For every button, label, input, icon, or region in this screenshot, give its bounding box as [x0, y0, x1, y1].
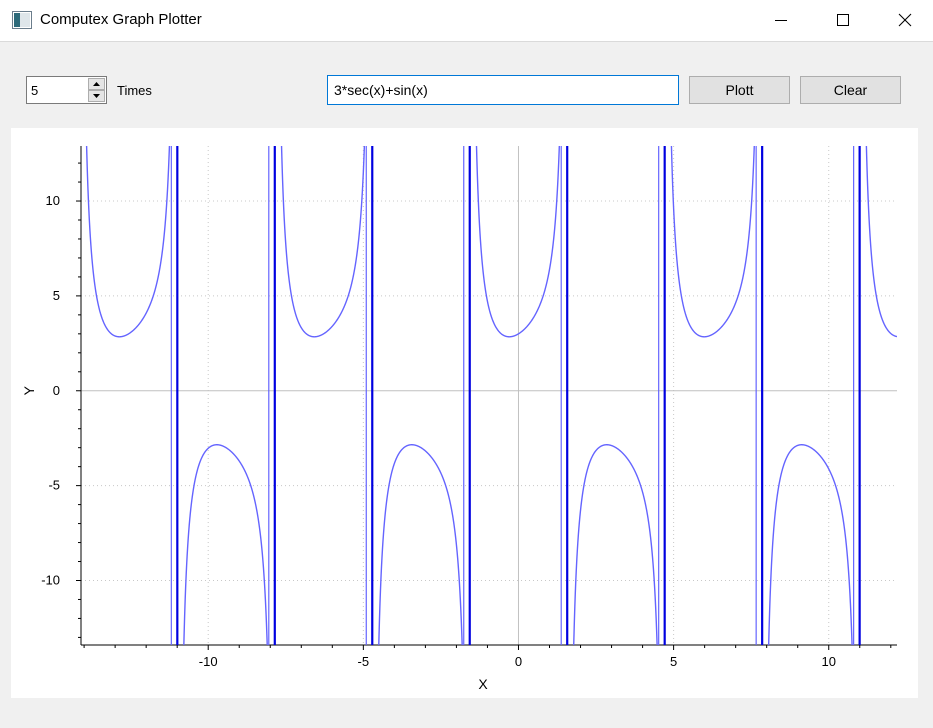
- curve-segment: [670, 146, 755, 338]
- maximize-icon: [837, 14, 849, 26]
- x-tick-label: -10: [199, 654, 218, 669]
- y-tick-label: 0: [53, 383, 60, 398]
- times-label: Times: [117, 83, 152, 98]
- spin-up-button[interactable]: [88, 78, 105, 90]
- spin-down-button[interactable]: [88, 90, 105, 102]
- x-tick-label: 5: [670, 654, 677, 669]
- y-axis-title: Y: [21, 385, 37, 395]
- maximize-button[interactable]: [820, 0, 866, 41]
- x-tick-label: -5: [358, 654, 370, 669]
- plot-button[interactable]: Plott: [689, 76, 790, 104]
- curve-group: [85, 146, 897, 645]
- curve-segment: [280, 146, 366, 338]
- app-icon: [12, 11, 32, 29]
- y-tick-label: 5: [53, 288, 60, 303]
- curve-segment: [183, 444, 268, 645]
- minimize-icon: [775, 20, 787, 21]
- minimize-button[interactable]: [758, 0, 804, 41]
- y-tick-label: -10: [41, 572, 60, 587]
- arrow-up-icon: [93, 82, 100, 86]
- times-spinbox[interactable]: 5: [26, 76, 107, 104]
- curve-segment: [378, 444, 463, 645]
- x-tick-label: 0: [515, 654, 522, 669]
- plot-area: -10 -5 0 5 10 -10 -5 0 5 10 X Y: [11, 128, 918, 698]
- curve-segment: [573, 444, 658, 645]
- close-button[interactable]: [882, 0, 928, 41]
- times-value: 5: [31, 83, 39, 98]
- window-title: Computex Graph Plotter: [40, 11, 202, 28]
- clear-button[interactable]: Clear: [800, 76, 901, 104]
- function-input[interactable]: [327, 75, 679, 105]
- arrow-down-icon: [93, 94, 100, 98]
- curve-segment: [85, 146, 171, 338]
- curve-segment: [865, 146, 897, 338]
- x-tick-label: 10: [822, 654, 836, 669]
- close-icon: [898, 13, 912, 27]
- y-tick-label: -5: [48, 478, 60, 493]
- curve-segment: [767, 444, 853, 645]
- x-axis-title: X: [478, 676, 488, 692]
- title-bar: Computex Graph Plotter: [0, 0, 933, 42]
- y-tick-label: 10: [46, 193, 60, 208]
- function-plot: -10 -5 0 5 10 -10 -5 0 5 10 X Y: [21, 146, 897, 692]
